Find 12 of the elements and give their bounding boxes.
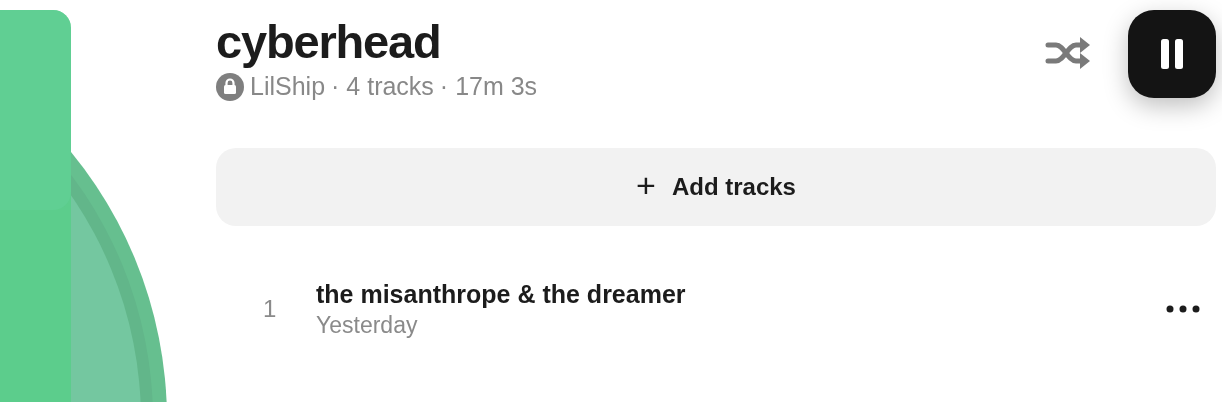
track-count: · 4 tracks xyxy=(331,71,434,102)
add-tracks-button[interactable]: + Add tracks xyxy=(216,147,1216,226)
track-title[interactable]: the misanthrope & the dreamer xyxy=(316,277,686,310)
shuffle-button[interactable] xyxy=(1044,36,1092,70)
track-date: Yesterday xyxy=(316,310,418,340)
playlist-title: cyberhead xyxy=(216,14,441,70)
pause-button[interactable] xyxy=(1128,10,1216,98)
playlist-duration: · 17m 3s xyxy=(439,71,538,102)
pause-icon xyxy=(1160,39,1184,69)
owner-name: LilShip xyxy=(250,71,326,102)
track-number: 1 xyxy=(262,293,278,324)
more-options-icon[interactable] xyxy=(1166,303,1200,314)
